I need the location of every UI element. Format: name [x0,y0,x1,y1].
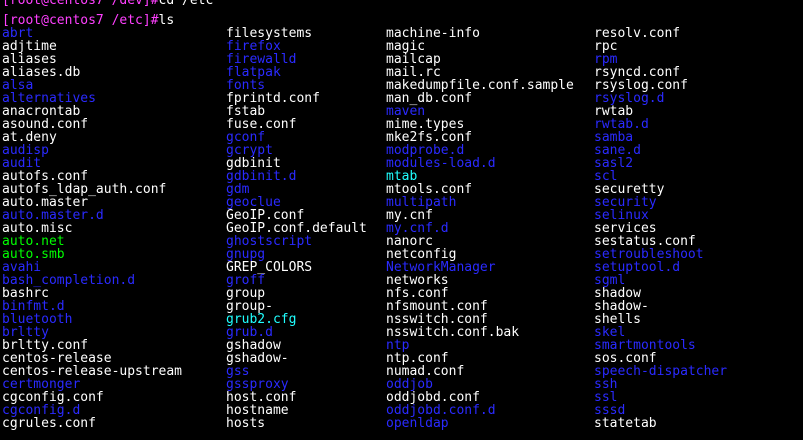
file-entry: statetab [594,416,657,431]
prompt-line-cd: [root@centos7 /dev]#cd /etc [2,0,213,7]
file-entry: hosts [226,416,266,431]
ls-column-2: filesystems firefox firewalld flatpak fonts f… [226,27,367,430]
file-entry: cgrules.conf [2,416,96,431]
ls-column-1: abrt adjtime aliases aliases.db alsa alternat… [2,27,182,430]
ls-column-4: resolv.conf rpc rpm rsyncd.conf rsyslog.conf… [594,27,727,430]
shell-command: cd /etc [158,0,214,8]
shell-prompt: [root@centos7 /dev]# [2,0,159,8]
ls-column-3: machine-info magic mailcap mail.rc makedumpf… [386,27,574,430]
terminal-window[interactable]: [root@centos7 /dev]#cd /etc [root@centos… [0,0,803,440]
directory-entry: openldap [386,416,449,431]
ls-output: abrt adjtime aliases aliases.db alsa alternat… [0,27,803,440]
file-entry: nsswitch.conf.bak [386,325,520,340]
shell-command: ls [158,13,175,28]
